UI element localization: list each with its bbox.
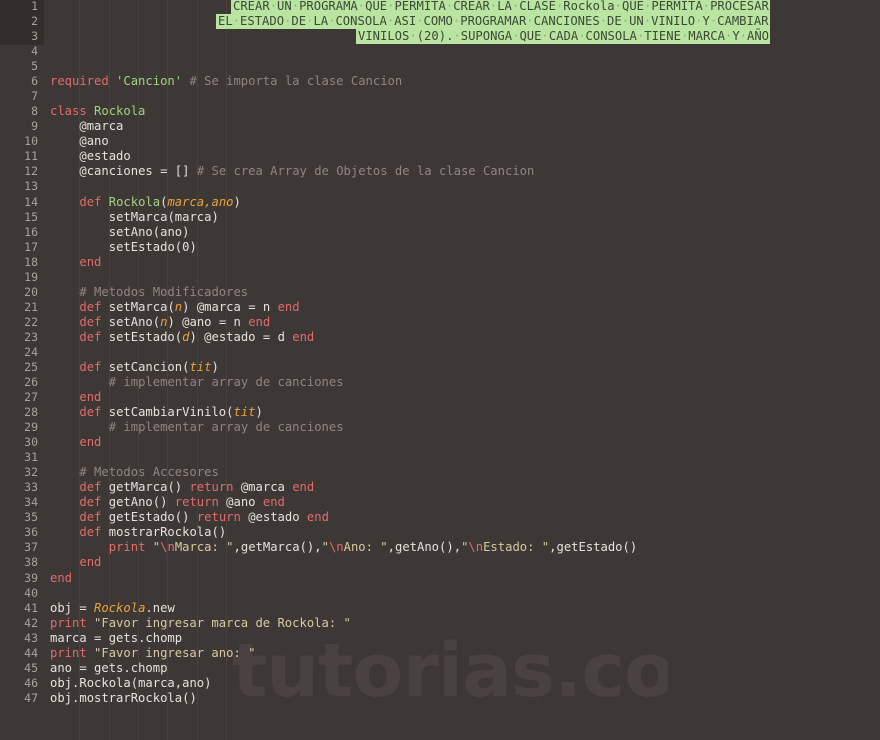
code-line[interactable]: end: [50, 555, 101, 570]
code-line[interactable]: end: [50, 435, 101, 450]
code-line[interactable]: class Rockola: [50, 104, 145, 119]
code-line[interactable]: marca = gets.chomp: [50, 631, 182, 646]
highlighted-comment-line[interactable]: CREAR·UN·PROGRAMA·QUE·PERMITA·CREAR·LA·C…: [231, 0, 770, 14]
highlighted-comment-line[interactable]: VINILOS·(20).·SUPONGA·QUE·CADA·CONSOLA·T…: [356, 29, 770, 45]
code-line[interactable]: def getAno() return @ano end: [50, 495, 285, 510]
code-editor[interactable]: tutorias.co 1 2 3 4 5 6 7 8 9 10 11 12 13 14 15 16 17 18 1…: [0, 0, 880, 740]
code-line[interactable]: obj = Rockola.new: [50, 601, 175, 616]
code-content[interactable]: required 'Cancion' # Se importa la clase…: [0, 0, 880, 740]
code-line[interactable]: setMarca(marca): [50, 210, 219, 225]
code-line[interactable]: @canciones = [] # Se crea Array de Objet…: [50, 164, 534, 179]
code-line[interactable]: def Rockola(marca,ano): [50, 195, 240, 210]
code-line[interactable]: print "\nMarca: ",getMarca(),"\nAno: ",g…: [50, 540, 637, 555]
code-line[interactable]: def setEstado(d) @estado = d end: [50, 330, 314, 345]
code-line[interactable]: obj.mostrarRockola(): [50, 691, 197, 706]
code-line[interactable]: end: [50, 390, 101, 405]
code-line[interactable]: def setMarca(n) @marca = n end: [50, 300, 299, 315]
code-line[interactable]: @ano: [50, 134, 108, 149]
code-line[interactable]: def getMarca() return @marca end: [50, 480, 314, 495]
code-line[interactable]: def getEstado() return @estado end: [50, 510, 329, 525]
code-line[interactable]: # implementar array de canciones: [50, 420, 344, 435]
code-line[interactable]: ano = gets.chomp: [50, 661, 167, 676]
code-line[interactable]: def setCambiarVinilo(tit): [50, 405, 262, 420]
code-line[interactable]: obj.Rockola(marca,ano): [50, 676, 211, 691]
code-line[interactable]: @estado: [50, 149, 130, 164]
code-line[interactable]: # Metodos Modificadores: [50, 285, 248, 300]
code-line[interactable]: # implementar array de canciones: [50, 375, 344, 390]
code-line[interactable]: def mostrarRockola(): [50, 525, 226, 540]
code-line[interactable]: def setCancion(tit): [50, 360, 218, 375]
code-line[interactable]: @marca: [50, 119, 123, 134]
code-line[interactable]: end: [50, 255, 101, 270]
code-line[interactable]: setEstado(0): [50, 240, 197, 255]
code-line[interactable]: end: [50, 571, 72, 586]
highlighted-comment-line[interactable]: EL·ESTADO·DE·LA·CONSOLA·ASI·COMO·PROGRAM…: [216, 14, 770, 30]
code-line[interactable]: # Metodos Accesores: [50, 465, 218, 480]
code-line[interactable]: print "Favor ingresar ano: ": [50, 646, 255, 661]
code-line[interactable]: setAno(ano): [50, 225, 190, 240]
code-line[interactable]: print "Favor ingresar marca de Rockola: …: [50, 616, 351, 631]
code-line[interactable]: required 'Cancion' # Se importa la clase…: [50, 74, 402, 89]
code-line[interactable]: def setAno(n) @ano = n end: [50, 315, 270, 330]
